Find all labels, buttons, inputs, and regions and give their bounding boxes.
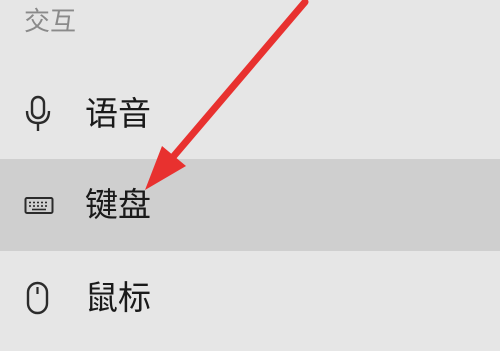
keyboard-icon <box>24 185 54 225</box>
sidebar-item-label: 鼠标 <box>85 278 151 317</box>
sidebar-item-voice[interactable]: 语音 <box>0 68 500 160</box>
microphone-icon <box>24 94 52 134</box>
sidebar-item-label: 语音 <box>85 94 151 133</box>
sidebar-item-keyboard[interactable]: 键盘 <box>0 159 500 251</box>
section-header-interaction: 交互 <box>24 7 77 37</box>
mouse-icon <box>24 278 52 318</box>
sidebar-item-mouse[interactable]: 鼠标 <box>0 252 500 344</box>
sidebar-item-label: 键盘 <box>85 185 151 224</box>
